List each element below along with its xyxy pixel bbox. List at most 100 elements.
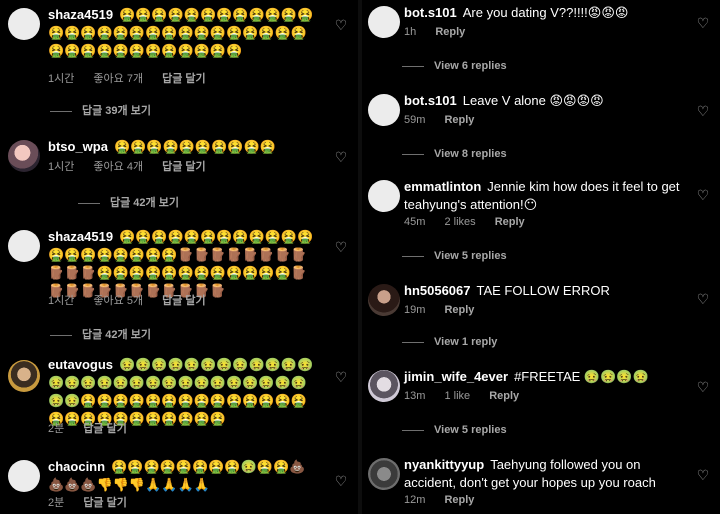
divider-line: [50, 334, 72, 336]
view-replies-button[interactable]: View 8 replies: [402, 148, 507, 160]
comment-meta: 19m Reply: [404, 304, 490, 316]
comment: hn5056067 TAE FOLLOW ERROR ♡ 19m Reply Vi…: [362, 282, 720, 354]
username[interactable]: btso_wpa: [48, 139, 108, 154]
view-replies-label: View 1 reply: [434, 336, 498, 348]
divider-line: [402, 153, 424, 155]
view-replies-label: View 8 replies: [434, 148, 507, 160]
view-replies-label: View 5 replies: [434, 250, 507, 262]
heart-icon[interactable]: ♡: [334, 18, 348, 32]
username[interactable]: hn5056067: [404, 283, 471, 298]
comment: nyankittyyup Taehyung followed you on acc…: [362, 456, 720, 514]
comment-text: TAE FOLLOW ERROR: [476, 283, 610, 298]
view-replies-button[interactable]: View 6 replies: [402, 60, 507, 72]
heart-icon[interactable]: ♡: [696, 16, 710, 30]
heart-icon[interactable]: ♡: [334, 240, 348, 254]
username[interactable]: emmatlinton: [404, 179, 481, 194]
username[interactable]: bot.s101: [404, 93, 457, 108]
comment-time: 1시간: [48, 161, 75, 173]
comment-meta: 2분 답글 달기: [48, 494, 143, 510]
heart-icon[interactable]: ♡: [696, 104, 710, 118]
comment-time: 2분: [48, 497, 65, 509]
reply-button[interactable]: Reply: [489, 390, 519, 402]
heart-icon[interactable]: ♡: [696, 380, 710, 394]
username[interactable]: bot.s101: [404, 5, 457, 20]
comment-text: Leave V alone 😡😡😡😡: [462, 93, 604, 108]
avatar[interactable]: [368, 284, 400, 316]
likes-count[interactable]: 좋아요 7개: [93, 73, 143, 85]
comment-time: 12m: [404, 494, 426, 506]
reply-button[interactable]: Reply: [495, 216, 525, 228]
likes-count[interactable]: 2 likes: [444, 216, 475, 228]
comment-body: btso_wpa 🤮🤮🤮🤮🤮🤮🤮🤮🤮🤮: [48, 138, 318, 156]
comment-body: shaza4519 🤮🤮🤮🤮🤮🤮🤮🤮🤮🤮🤮🤮🤮🤮🤮🤮🤮🤮🤮🤮🪵🪵🪵🪵🪵🪵🪵🪵🪵🪵🪵…: [48, 228, 318, 300]
view-replies-button[interactable]: View 1 reply: [402, 336, 497, 348]
likes-count[interactable]: 좋아요 5개: [93, 295, 143, 307]
comment-body: nyankittyyup Taehyung followed you on acc…: [404, 456, 680, 492]
comment: emmatlinton Jennie kim how does it feel t…: [362, 178, 720, 264]
comment-time: 13m: [404, 390, 426, 402]
view-replies-button[interactable]: View 5 replies: [402, 424, 507, 436]
view-replies-button[interactable]: 답글 39개 보기: [50, 102, 151, 118]
comment-time: 19m: [404, 304, 426, 316]
likes-count[interactable]: 좋아요 4개: [93, 161, 143, 173]
avatar[interactable]: [8, 230, 40, 262]
avatar[interactable]: [368, 180, 400, 212]
view-replies-label: 답글 39개 보기: [82, 105, 151, 117]
heart-icon[interactable]: ♡: [334, 474, 348, 488]
reply-button[interactable]: 답글 달기: [83, 497, 127, 509]
comment: shaza4519 🤮🤮🤮🤮🤮🤮🤮🤮🤮🤮🤮🤮🤮🤮🤮🤮🤮🤮🤮🤮🪵🪵🪵🪵🪵🪵🪵🪵🪵🪵🪵…: [0, 226, 358, 342]
comment-body: emmatlinton Jennie kim how does it feel t…: [404, 178, 680, 214]
avatar[interactable]: [368, 458, 400, 490]
comment-time: 1시간: [48, 73, 75, 85]
heart-icon[interactable]: ♡: [696, 468, 710, 482]
reply-button[interactable]: 답글 달기: [162, 161, 206, 173]
comment: eutavogus 🤢🤢🤢🤢🤢🤢🤢🤢🤢🤢🤢🤢🤢🤢🤢🤢🤢🤢🤢🤢🤢🤢🤢🤢🤢🤢🤢🤢🤢🤢🤮…: [0, 356, 358, 442]
avatar[interactable]: [368, 370, 400, 402]
avatar[interactable]: [8, 360, 40, 392]
username[interactable]: shaza4519: [48, 7, 113, 22]
reply-button[interactable]: Reply: [444, 494, 474, 506]
username[interactable]: chaocinn: [48, 459, 105, 474]
username[interactable]: shaza4519: [48, 229, 113, 244]
comment-meta: 1시간 좋아요 7개 답글 달기: [48, 70, 222, 86]
heart-icon[interactable]: ♡: [696, 188, 710, 202]
divider-line: [402, 255, 424, 257]
divider-line: [402, 341, 424, 343]
comment-body: jimin_wife_4ever #FREETAE 🤢🤢🤢🤢: [404, 368, 680, 386]
comment-meta: 1h Reply: [404, 26, 481, 38]
view-replies-button[interactable]: View 5 replies: [402, 250, 507, 262]
reply-button[interactable]: 답글 달기: [83, 423, 127, 435]
comment-time: 45m: [404, 216, 426, 228]
comment-meta: 2분 답글 달기: [48, 420, 143, 436]
avatar[interactable]: [8, 460, 40, 492]
comment-meta: 59m Reply: [404, 114, 490, 126]
comment-meta: 13m 1 like Reply: [404, 390, 535, 402]
username[interactable]: nyankittyyup: [404, 457, 484, 472]
comment: jimin_wife_4ever #FREETAE 🤢🤢🤢🤢 ♡ 13m 1 li…: [362, 368, 720, 440]
comment-meta: 1시간 좋아요 4개 답글 달기: [48, 158, 222, 174]
comment-text: #FREETAE 🤢🤢🤢🤢: [514, 369, 649, 384]
reply-button[interactable]: Reply: [444, 114, 474, 126]
reply-button[interactable]: Reply: [435, 26, 465, 38]
avatar[interactable]: [8, 8, 40, 40]
username[interactable]: jimin_wife_4ever: [404, 369, 508, 384]
likes-count[interactable]: 1 like: [444, 390, 470, 402]
heart-icon[interactable]: ♡: [334, 370, 348, 384]
comments-panel-korean: shaza4519 🤮🤮🤮🤮🤮🤮🤮🤮🤮🤮🤮🤮🤮🤮🤮🤮🤮🤮🤮🤮🤮🤮🤮🤮🤮🤮🤮🤮🤮🤮🤮…: [0, 0, 358, 514]
reply-button[interactable]: Reply: [444, 304, 474, 316]
view-replies-label: View 6 replies: [434, 60, 507, 72]
comment-body: shaza4519 🤮🤮🤮🤮🤮🤮🤮🤮🤮🤮🤮🤮🤮🤮🤮🤮🤮🤮🤮🤮🤮🤮🤮🤮🤮🤮🤮🤮🤮🤮🤮…: [48, 6, 318, 60]
reply-button[interactable]: 답글 달기: [162, 295, 206, 307]
username[interactable]: eutavogus: [48, 357, 113, 372]
avatar[interactable]: [368, 94, 400, 126]
avatar[interactable]: [368, 6, 400, 38]
view-replies-button[interactable]: 답글 42개 보기: [78, 194, 179, 210]
comment: shaza4519 🤮🤮🤮🤮🤮🤮🤮🤮🤮🤮🤮🤮🤮🤮🤮🤮🤮🤮🤮🤮🤮🤮🤮🤮🤮🤮🤮🤮🤮🤮🤮…: [0, 4, 358, 117]
avatar[interactable]: [8, 140, 40, 172]
heart-icon[interactable]: ♡: [696, 292, 710, 306]
divider-line: [402, 65, 424, 67]
heart-icon[interactable]: ♡: [334, 150, 348, 164]
view-replies-label: 답글 42개 보기: [110, 197, 179, 209]
reply-button[interactable]: 답글 달기: [162, 73, 206, 85]
view-replies-button[interactable]: 답글 42개 보기: [50, 326, 151, 342]
